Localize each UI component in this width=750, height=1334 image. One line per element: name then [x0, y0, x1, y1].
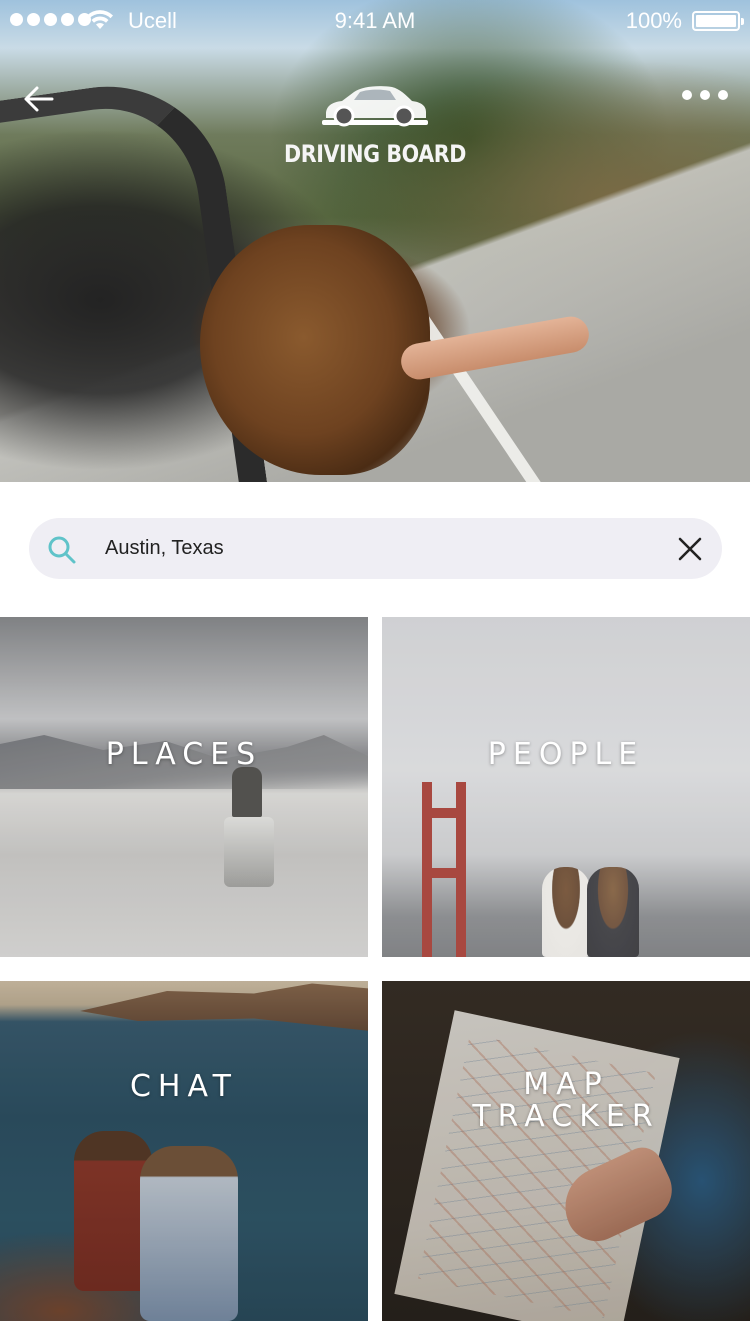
- tile-label-chat: CHAT: [129, 1069, 239, 1104]
- tile-label-map: MAP: [523, 1067, 609, 1102]
- more-dots-icon: [682, 90, 692, 100]
- hero-image: [0, 0, 750, 482]
- clear-search-button[interactable]: [678, 537, 702, 561]
- tile-chat[interactable]: CHAT: [0, 981, 368, 1321]
- status-bar: Ucell 9:41 AM 100%: [0, 0, 750, 40]
- search-bar[interactable]: [29, 518, 722, 579]
- more-options-button[interactable]: [682, 90, 728, 100]
- tile-places[interactable]: PLACES: [0, 617, 368, 957]
- search-input[interactable]: [105, 528, 645, 569]
- close-icon: [678, 537, 702, 561]
- battery-percentage: 100%: [625, 8, 682, 33]
- tile-label-places: PLACES: [105, 737, 263, 772]
- app-logo: DRIVING BOARD: [0, 78, 750, 168]
- tile-label-people: PEOPLE: [487, 737, 645, 772]
- tile-map-tracker[interactable]: MAP TRACKER: [382, 981, 750, 1321]
- battery-icon: [692, 11, 744, 31]
- car-icon: [322, 86, 428, 127]
- app-name: DRIVING BOARD: [284, 140, 466, 168]
- tile-people[interactable]: PEOPLE: [382, 617, 750, 957]
- tile-label-tracker: TRACKER: [472, 1099, 660, 1134]
- search-icon: [48, 536, 76, 564]
